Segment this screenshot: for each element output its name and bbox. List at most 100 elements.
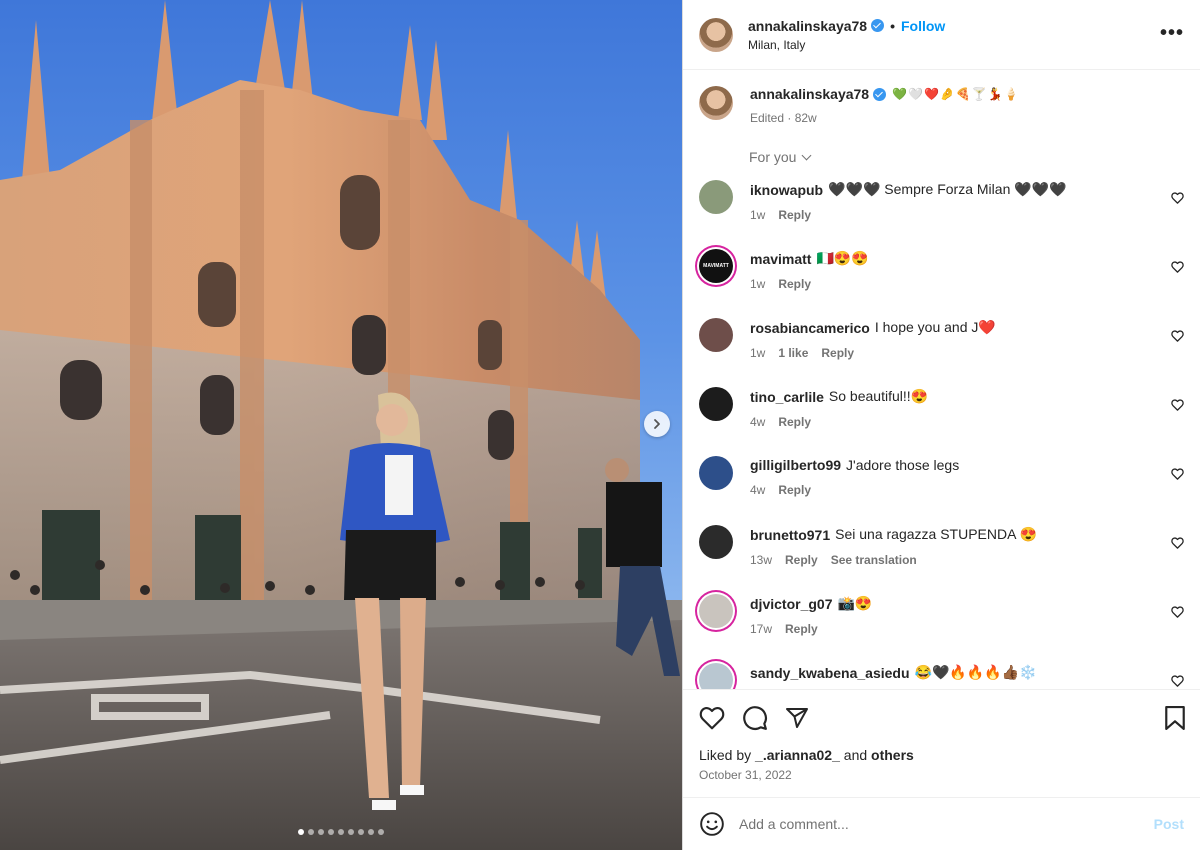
commenter-avatar[interactable]	[699, 318, 733, 352]
post-date: October 31, 2022	[699, 768, 792, 782]
caption-avatar[interactable]	[699, 86, 733, 120]
owner-avatar[interactable]	[699, 17, 733, 52]
comment-time[interactable]: 1w	[750, 208, 765, 222]
comment-time[interactable]: 17w	[750, 622, 772, 636]
comment-input[interactable]	[739, 816, 1154, 832]
reply-button[interactable]: Reply	[778, 277, 811, 291]
sort-label: For you	[749, 149, 797, 165]
follow-button[interactable]: Follow	[901, 18, 945, 34]
reply-button[interactable]: Reply	[778, 483, 811, 497]
comment-text: I hope you and J❤️	[874, 319, 996, 335]
comment-username[interactable]: sandy_kwabena_asiedu	[750, 665, 910, 681]
carousel-dot	[308, 829, 314, 835]
comment-like-heart-icon[interactable]	[1171, 467, 1184, 485]
more-icon[interactable]: •••	[1160, 22, 1184, 45]
post-comment-button[interactable]: Post	[1154, 816, 1184, 832]
comment-composer: Post	[683, 797, 1200, 850]
commenter-avatar[interactable]	[699, 525, 733, 559]
comment-text: 📸😍	[837, 595, 873, 611]
separator: •	[890, 17, 895, 34]
commenter-avatar[interactable]: MAVIMATT	[699, 249, 733, 283]
emoji-icon[interactable]	[699, 811, 725, 837]
carousel-dot	[348, 829, 354, 835]
reply-button[interactable]: Reply	[778, 208, 811, 222]
comment-likes[interactable]: 1 like	[778, 346, 808, 360]
comment-text: 😂🖤🔥🔥🔥👍🏾❄️	[914, 664, 1037, 680]
comment-like-heart-icon[interactable]	[1171, 536, 1184, 554]
commenter-avatar[interactable]	[699, 456, 733, 490]
commenter-avatar[interactable]	[699, 663, 733, 689]
comment-icon[interactable]	[742, 705, 768, 731]
heart-icon[interactable]	[699, 706, 725, 730]
comment-like-heart-icon[interactable]	[1171, 398, 1184, 416]
comment-time[interactable]: 1w	[750, 277, 765, 291]
comment-text: J'adore those legs	[846, 457, 960, 473]
carousel-indicator	[0, 829, 682, 835]
carousel-dot	[318, 829, 324, 835]
verified-icon	[871, 19, 885, 32]
carousel-dot	[298, 829, 304, 835]
post-location[interactable]: Milan, Italy	[748, 38, 945, 52]
next-photo-button[interactable]	[644, 411, 670, 437]
post-actions: Liked by _.arianna02_ and others October…	[683, 689, 1200, 797]
comment-time[interactable]: 4w	[750, 415, 765, 429]
comment-username[interactable]: mavimatt	[750, 251, 811, 267]
caption-text: 💚🤍❤️🤌🍕🍸💃🍦	[892, 87, 1020, 101]
likes-middle: and	[839, 747, 872, 763]
comment-username[interactable]: gilligilberto99	[750, 457, 841, 473]
comment-row: rosabiancamerico I hope you and J❤️ 1w 1 li…	[699, 317, 1184, 386]
comment-username[interactable]: djvictor_g07	[750, 596, 832, 612]
reply-button[interactable]: Reply	[785, 553, 818, 567]
see-translation-button[interactable]: See translation	[831, 553, 917, 567]
post-caption: annakalinskaya78 💚🤍❤️🤌🍕🍸💃🍦 Edited · 82w	[699, 86, 1184, 125]
comment-time[interactable]: 13w	[750, 553, 772, 567]
comment-like-heart-icon[interactable]	[1171, 605, 1184, 623]
comment-row: iknowapub 🖤🖤🖤 Sempre Forza Milan 🖤🖤🖤 1w Rep…	[699, 179, 1184, 248]
chevron-right-icon	[654, 419, 660, 429]
comment-username[interactable]: iknowapub	[750, 182, 823, 198]
commenter-avatar[interactable]	[699, 594, 733, 628]
comment-row: tino_carlile So beautiful!!😍 4w Reply	[699, 386, 1184, 455]
comment-row: gilligilberto99 J'adore those legs 4w Reply	[699, 455, 1184, 524]
reply-button[interactable]: Reply	[778, 415, 811, 429]
comment-sort-dropdown[interactable]: For you	[749, 149, 1184, 165]
carousel-dot	[378, 829, 384, 835]
comment-text: 🇮🇹😍😍	[816, 250, 869, 266]
bookmark-icon[interactable]	[1164, 706, 1186, 735]
comment-like-heart-icon[interactable]	[1171, 329, 1184, 347]
post-modal: annakalinskaya78 • Follow Milan, Italy •…	[0, 0, 1200, 850]
reply-button[interactable]: Reply	[785, 622, 818, 636]
comment-row: djvictor_g07 📸😍 17w Reply	[699, 593, 1184, 662]
likes-prefix: Liked by	[699, 747, 756, 763]
photo-illustration	[0, 0, 682, 850]
likes-summary: Liked by _.arianna02_ and others	[699, 747, 1184, 763]
post-header: annakalinskaya78 • Follow Milan, Italy •…	[683, 0, 1200, 70]
reply-button[interactable]: Reply	[821, 346, 854, 360]
comment-text: Sei una ragazza STUPENDA 😍	[835, 526, 1037, 542]
comment-row: MAVIMATT mavimatt 🇮🇹😍😍 1w Reply	[699, 248, 1184, 317]
caption-username[interactable]: annakalinskaya78	[750, 86, 869, 102]
comment-like-heart-icon[interactable]	[1171, 260, 1184, 278]
post-side-panel: annakalinskaya78 • Follow Milan, Italy •…	[682, 0, 1200, 850]
post-photo[interactable]	[0, 0, 682, 850]
comment-time[interactable]: 4w	[750, 483, 765, 497]
chevron-down-icon	[802, 150, 812, 160]
liked-by-user[interactable]: _.arianna02_	[755, 747, 840, 763]
comment-username[interactable]: rosabiancamerico	[750, 320, 870, 336]
comments-scroll-area[interactable]: annakalinskaya78 💚🤍❤️🤌🍕🍸💃🍦 Edited · 82w …	[683, 70, 1200, 689]
comment-like-heart-icon[interactable]	[1171, 191, 1184, 209]
carousel-dot	[358, 829, 364, 835]
comment-username[interactable]: brunetto971	[750, 527, 830, 543]
verified-icon	[873, 87, 887, 101]
comment-username[interactable]: tino_carlile	[750, 389, 824, 405]
commenter-avatar[interactable]	[699, 387, 733, 421]
comment-row: brunetto971 Sei una ragazza STUPENDA 😍 13w…	[699, 524, 1184, 593]
comment-time[interactable]: 1w	[750, 346, 765, 360]
commenter-avatar[interactable]	[699, 180, 733, 214]
comment-text: So beautiful!!😍	[828, 388, 929, 404]
comment-like-heart-icon[interactable]	[1171, 674, 1184, 689]
owner-username[interactable]: annakalinskaya78	[748, 18, 867, 34]
avatar-text: MAVIMATT	[703, 263, 729, 269]
share-icon[interactable]	[785, 706, 809, 730]
liked-by-others[interactable]: others	[871, 747, 914, 763]
